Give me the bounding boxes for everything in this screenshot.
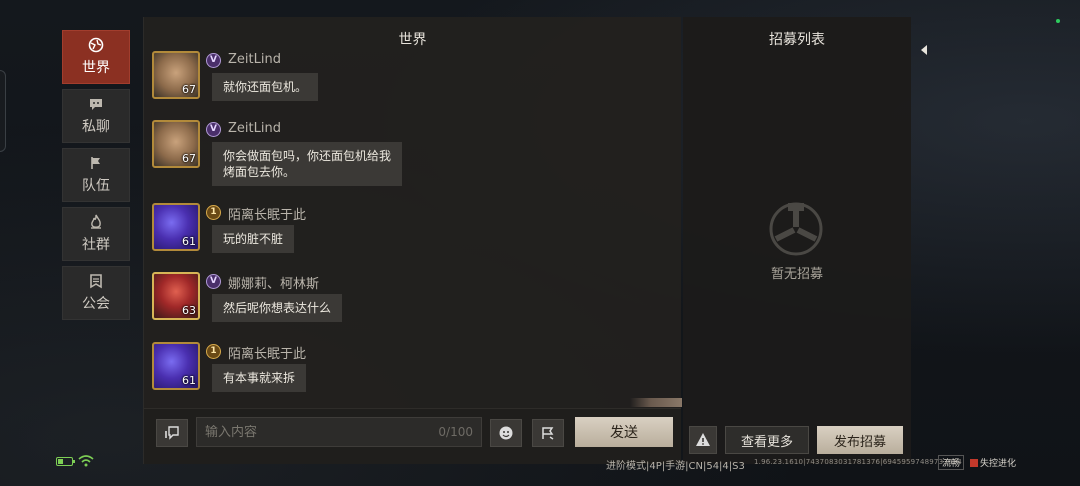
globe-icon (88, 37, 104, 53)
message-input-box[interactable]: 0/100 (196, 417, 482, 447)
send-button[interactable]: 发送 (575, 417, 673, 447)
nav-item-guild[interactable]: 公会 (62, 266, 130, 320)
level-label: 61 (182, 235, 196, 248)
sender-name[interactable]: ZeitLind (228, 121, 281, 136)
vip-badge: V (206, 53, 221, 68)
brand-text: 失控进化 (980, 459, 1017, 469)
warning-icon (696, 433, 710, 446)
message-text: 然后呢你想表达什么 (223, 301, 332, 315)
sender-name[interactable]: 陌离长眠于此 (228, 204, 306, 223)
avatar[interactable]: 67 (152, 120, 200, 168)
message-bubble[interactable]: 你会做面包吗，你还面包机给我 烤面包去你。 (212, 142, 403, 186)
view-more-button[interactable]: 查看更多 (725, 426, 809, 454)
message-text: 就你还面包机。 (223, 80, 308, 94)
message-text: 烤面包去你。 (223, 165, 296, 179)
status-bar: 进阶模式|4P|手游|CN|54|4|S3 1.96.23.1610|74370… (0, 452, 1080, 472)
message-bubble[interactable]: 然后呢你想表达什么 (212, 294, 343, 322)
wifi-icon (78, 455, 94, 467)
avatar[interactable]: 61 (152, 203, 200, 251)
banner-icon (90, 274, 102, 289)
chat-message: 63 V 娜娜莉、柯林斯 然后呢你想表达什么 (150, 272, 630, 332)
chat-bubble-icon (90, 99, 102, 110)
report-button[interactable] (689, 426, 717, 454)
message-bubble[interactable]: 玩的脏不脏 (212, 225, 295, 253)
chat-title: 世界 (398, 32, 427, 48)
sender-name[interactable]: ZeitLind (228, 52, 281, 67)
nav-item-team[interactable]: 队伍 (62, 148, 130, 202)
level-label: 67 (182, 83, 196, 96)
rank-badge: 1 (206, 205, 221, 220)
level-label: 67 (182, 152, 196, 165)
recruit-panel: 招募列表 暂无招募 查看更多 发布招募 (683, 17, 911, 464)
sender-name[interactable]: 娜娜莉、柯林斯 (228, 273, 319, 292)
nav-item-label: 公会 (82, 296, 110, 312)
nav-item-label: 世界 (82, 60, 110, 76)
flag-icon (91, 157, 100, 169)
message-text: 有本事就来拆 (223, 371, 296, 385)
nav-item-label: 私聊 (82, 119, 110, 135)
collapse-button[interactable] (912, 36, 936, 64)
scroll-to-bottom-button[interactable] (630, 398, 682, 407)
nav-item-community[interactable]: 社群 (62, 207, 130, 261)
nav-item-private[interactable]: 私聊 (62, 89, 130, 143)
vip-badge: V (206, 274, 221, 289)
mode-text: 进阶模式|4P|手游|CN|54|4|S3 (606, 461, 745, 472)
empty-recruit-icon (769, 202, 823, 256)
nav-item-world[interactable]: 世界 (62, 30, 130, 84)
char-counter: 0/100 (438, 425, 473, 439)
voice-button[interactable] (156, 419, 188, 447)
chat-message: 67 V ZeitLind 就你还面包机。 (150, 51, 630, 111)
chat-message: 61 1 陌离长眠于此 有本事就来拆 (150, 342, 630, 402)
status-dot (1056, 19, 1060, 23)
quick-phrase-button[interactable] (532, 419, 564, 447)
message-list[interactable]: 67 V ZeitLind 就你还面包机。 67 V ZeitLind 你会做面… (144, 51, 682, 407)
channel-nav: 世界 私聊 队伍 社群 公会 (62, 30, 130, 325)
vip-badge: V (206, 122, 221, 137)
voice-icon (165, 426, 179, 440)
chat-message: 61 1 陌离长眠于此 玩的脏不脏 (150, 203, 630, 263)
avatar[interactable]: 67 (152, 51, 200, 99)
message-text: 玩的脏不脏 (223, 232, 284, 246)
level-label: 63 (182, 304, 196, 317)
message-bubble[interactable]: 有本事就来拆 (212, 364, 307, 392)
message-text: 你会做面包吗，你还面包机给我 (223, 149, 392, 163)
recruit-title: 招募列表 (769, 32, 825, 48)
message-bubble[interactable]: 就你还面包机。 (212, 73, 319, 101)
emoji-button[interactable] (490, 419, 522, 447)
rank-badge: 1 (206, 344, 221, 359)
avatar[interactable]: 61 (152, 342, 200, 390)
avatar[interactable]: 63 (152, 272, 200, 320)
brand-logo: 失控进化 (970, 456, 1016, 469)
flame-icon (91, 214, 101, 229)
brand-icon (970, 459, 978, 467)
post-recruit-button[interactable]: 发布招募 (817, 426, 903, 454)
sender-name[interactable]: 陌离长眠于此 (228, 343, 306, 362)
chat-message: 67 V ZeitLind 你会做面包吗，你还面包机给我 烤面包去你。 (150, 120, 630, 186)
version-text: 1.96.23.1610|7437083031781376|6945959748… (754, 458, 962, 466)
battery-icon (56, 457, 75, 466)
flag-icon (542, 427, 554, 440)
emoji-icon (499, 426, 513, 440)
level-label: 61 (182, 374, 196, 387)
chat-panel: 世界 67 V ZeitLind 就你还面包机。 67 V ZeitLind 你… (143, 17, 682, 464)
nav-item-label: 社群 (82, 237, 110, 253)
message-input[interactable] (205, 424, 405, 440)
caret-left-icon (921, 45, 927, 55)
nav-item-label: 队伍 (82, 178, 110, 194)
empty-recruit-text: 暂无招募 (770, 267, 823, 282)
fluency-badge: 流畅 (938, 455, 965, 470)
edge-handle[interactable] (0, 70, 6, 152)
